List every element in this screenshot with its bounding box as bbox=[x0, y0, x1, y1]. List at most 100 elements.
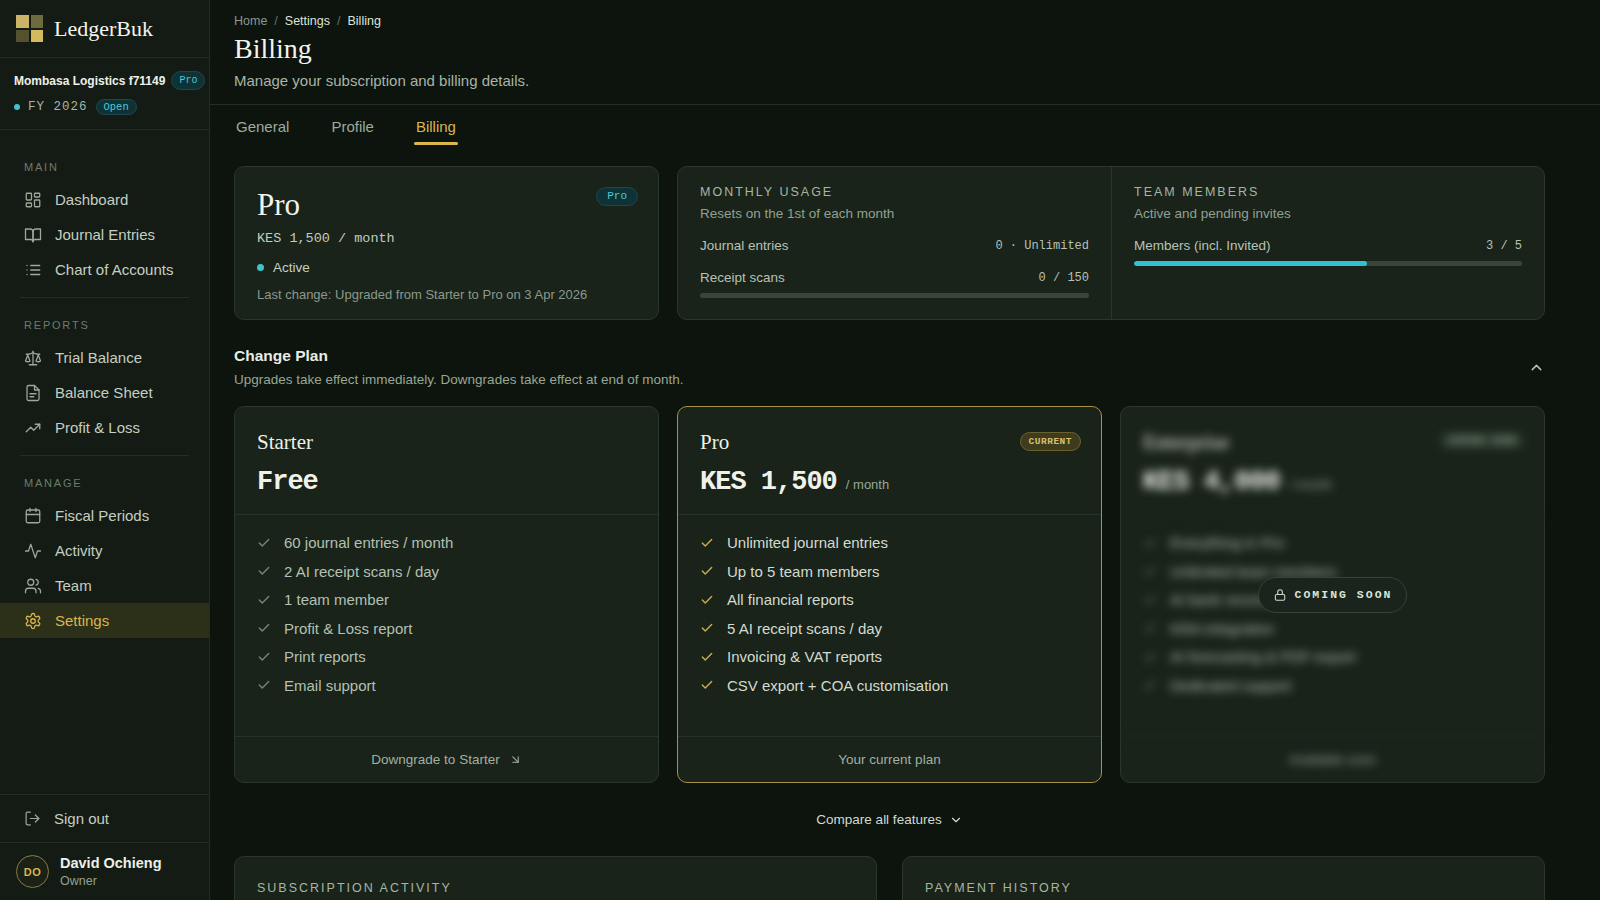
breadcrumb-home[interactable]: Home bbox=[234, 14, 267, 28]
plan-period: / month bbox=[1289, 477, 1332, 492]
usage-row-label: Receipt scans bbox=[700, 270, 785, 285]
check-icon bbox=[1143, 536, 1157, 550]
plan-last-change: Last change: Upgraded from Starter to Pr… bbox=[257, 287, 636, 302]
sidebar-item-team[interactable]: Team bbox=[0, 568, 209, 603]
plan-feature: Up to 5 team members bbox=[727, 563, 880, 580]
users-icon bbox=[24, 577, 42, 595]
sidebar-item-trial-balance[interactable]: Trial Balance bbox=[0, 340, 209, 375]
plan-feature: Profit & Loss report bbox=[284, 620, 412, 637]
sidebar-item-label: Profit & Loss bbox=[55, 419, 140, 436]
nav-section-reports: REPORTS bbox=[0, 298, 209, 340]
plan-feature: 1 team member bbox=[284, 591, 389, 608]
chevron-down-icon bbox=[949, 813, 963, 827]
user-role: Owner bbox=[60, 874, 162, 888]
check-icon bbox=[1143, 678, 1157, 692]
sidebar-item-label: Dashboard bbox=[55, 191, 128, 208]
file-text-icon bbox=[24, 384, 42, 402]
arrow-down-right-icon bbox=[509, 753, 522, 766]
coming-soon-overlay: COMING SOON bbox=[1258, 577, 1408, 613]
plan-feature: Email support bbox=[284, 677, 376, 694]
plan-feature: AI forecasting & PDF export bbox=[1170, 648, 1356, 665]
breadcrumb-billing: Billing bbox=[347, 14, 380, 28]
dashboard-icon bbox=[24, 191, 42, 209]
plan-amount: KES 4,000 bbox=[1143, 467, 1280, 497]
subscription-activity-card: SUBSCRIPTION ACTIVITY Recent changes to … bbox=[234, 856, 877, 900]
breadcrumb: Home/Settings/Billing bbox=[234, 14, 1576, 28]
tab-general[interactable]: General bbox=[234, 105, 291, 145]
check-icon bbox=[700, 678, 714, 692]
fiscal-year: FY 2026 bbox=[28, 100, 88, 114]
usage-row-value: 0 · Unlimited bbox=[995, 239, 1089, 253]
check-icon bbox=[257, 536, 271, 550]
payment-history-title: PAYMENT HISTORY bbox=[925, 881, 1522, 895]
members-label: Members (incl. Invited) bbox=[1134, 238, 1271, 253]
downgrade-button[interactable]: Downgrade to Starter bbox=[235, 736, 658, 782]
sidebar-item-dashboard[interactable]: Dashboard bbox=[0, 182, 209, 217]
check-icon bbox=[700, 536, 714, 550]
billing-content: Pro Pro KES 1,500 / month Active Last ch… bbox=[210, 145, 1600, 900]
sidebar-item-label: Fiscal Periods bbox=[55, 507, 149, 524]
org-switcher[interactable]: Mombasa Logistics f71149 Pro FY 2026 Ope… bbox=[0, 58, 209, 130]
monthly-usage-subtitle: Resets on the 1st of each month bbox=[700, 206, 1089, 221]
org-name: Mombasa Logistics f71149 bbox=[14, 74, 165, 88]
settings-tabs: General Profile Billing bbox=[210, 105, 1600, 145]
sidebar-item-profit-loss[interactable]: Profit & Loss bbox=[0, 410, 209, 445]
nav-section-main: MAIN bbox=[0, 140, 209, 182]
team-members-section: TEAM MEMBERS Active and pending invites … bbox=[1111, 167, 1544, 319]
brand-name: LedgerBuk bbox=[54, 16, 153, 42]
main-content: Home/Settings/Billing Billing Manage you… bbox=[210, 0, 1600, 900]
user-name: David Ochieng bbox=[60, 855, 162, 871]
plan-feature: 5 AI receipt scans / day bbox=[727, 620, 882, 637]
check-icon bbox=[1143, 564, 1157, 578]
check-icon bbox=[257, 564, 271, 578]
payment-history-card: PAYMENT HISTORY Transactions for your su… bbox=[902, 856, 1545, 900]
sign-out-button[interactable]: Sign out bbox=[0, 794, 209, 842]
book-open-icon bbox=[24, 226, 42, 244]
monthly-usage-section: MONTHLY USAGE Resets on the 1st of each … bbox=[678, 167, 1111, 319]
plan-feature: 60 journal entries / month bbox=[284, 534, 453, 551]
check-icon bbox=[700, 621, 714, 635]
breadcrumb-settings[interactable]: Settings bbox=[285, 14, 330, 28]
sidebar-item-label: Journal Entries bbox=[55, 226, 155, 243]
check-icon bbox=[1143, 593, 1157, 607]
check-icon bbox=[1143, 650, 1157, 664]
usage-card: MONTHLY USAGE Resets on the 1st of each … bbox=[677, 166, 1545, 320]
plan-card-pro: Pro CURRENT KES 1,500/ month Unlimited j… bbox=[677, 406, 1102, 783]
team-members-title: TEAM MEMBERS bbox=[1134, 185, 1522, 199]
user-menu[interactable]: DO David Ochieng Owner bbox=[0, 842, 209, 900]
sidebar-item-balance-sheet[interactable]: Balance Sheet bbox=[0, 375, 209, 410]
sidebar-item-label: Settings bbox=[55, 612, 109, 629]
sidebar-item-fiscal-periods[interactable]: Fiscal Periods bbox=[0, 498, 209, 533]
monthly-usage-title: MONTHLY USAGE bbox=[700, 185, 1089, 199]
plan-feature: Print reports bbox=[284, 648, 366, 665]
available-soon-footer: Available soon bbox=[1121, 736, 1544, 782]
fiscal-status-badge: Open bbox=[96, 99, 137, 115]
scale-icon bbox=[24, 349, 42, 367]
current-plan-footer: Your current plan bbox=[678, 736, 1101, 782]
sidebar: LedgerBuk Mombasa Logistics f71149 Pro F… bbox=[0, 0, 210, 900]
sidebar-item-chart-of-accounts[interactable]: Chart of Accounts bbox=[0, 252, 209, 287]
check-icon bbox=[1143, 621, 1157, 635]
plan-period: / month bbox=[846, 477, 889, 492]
collapse-chevron-up-icon[interactable] bbox=[1528, 359, 1545, 376]
tab-profile[interactable]: Profile bbox=[329, 105, 376, 145]
plan-amount: Free bbox=[257, 467, 318, 497]
check-icon bbox=[700, 564, 714, 578]
check-icon bbox=[257, 650, 271, 664]
subscription-activity-title: SUBSCRIPTION ACTIVITY bbox=[257, 881, 854, 895]
plan-feature: Unlimited journal entries bbox=[727, 534, 888, 551]
brand-mark-icon bbox=[16, 15, 43, 42]
plan-feature: Dedicated support bbox=[1170, 677, 1292, 694]
sidebar-item-label: Trial Balance bbox=[55, 349, 142, 366]
tab-billing[interactable]: Billing bbox=[414, 105, 458, 145]
compare-all-features-link[interactable]: Compare all features bbox=[234, 812, 1545, 827]
sidebar-item-settings[interactable]: Settings bbox=[0, 603, 209, 638]
check-icon bbox=[257, 621, 271, 635]
current-plan-name: Pro bbox=[257, 187, 636, 223]
current-badge: CURRENT bbox=[1020, 432, 1081, 451]
sidebar-item-activity[interactable]: Activity bbox=[0, 533, 209, 568]
usage-row-value: 0 / 150 bbox=[1039, 271, 1089, 285]
sidebar-item-journal-entries[interactable]: Journal Entries bbox=[0, 217, 209, 252]
members-value: 3 / 5 bbox=[1486, 239, 1522, 253]
lock-icon bbox=[1273, 588, 1287, 602]
